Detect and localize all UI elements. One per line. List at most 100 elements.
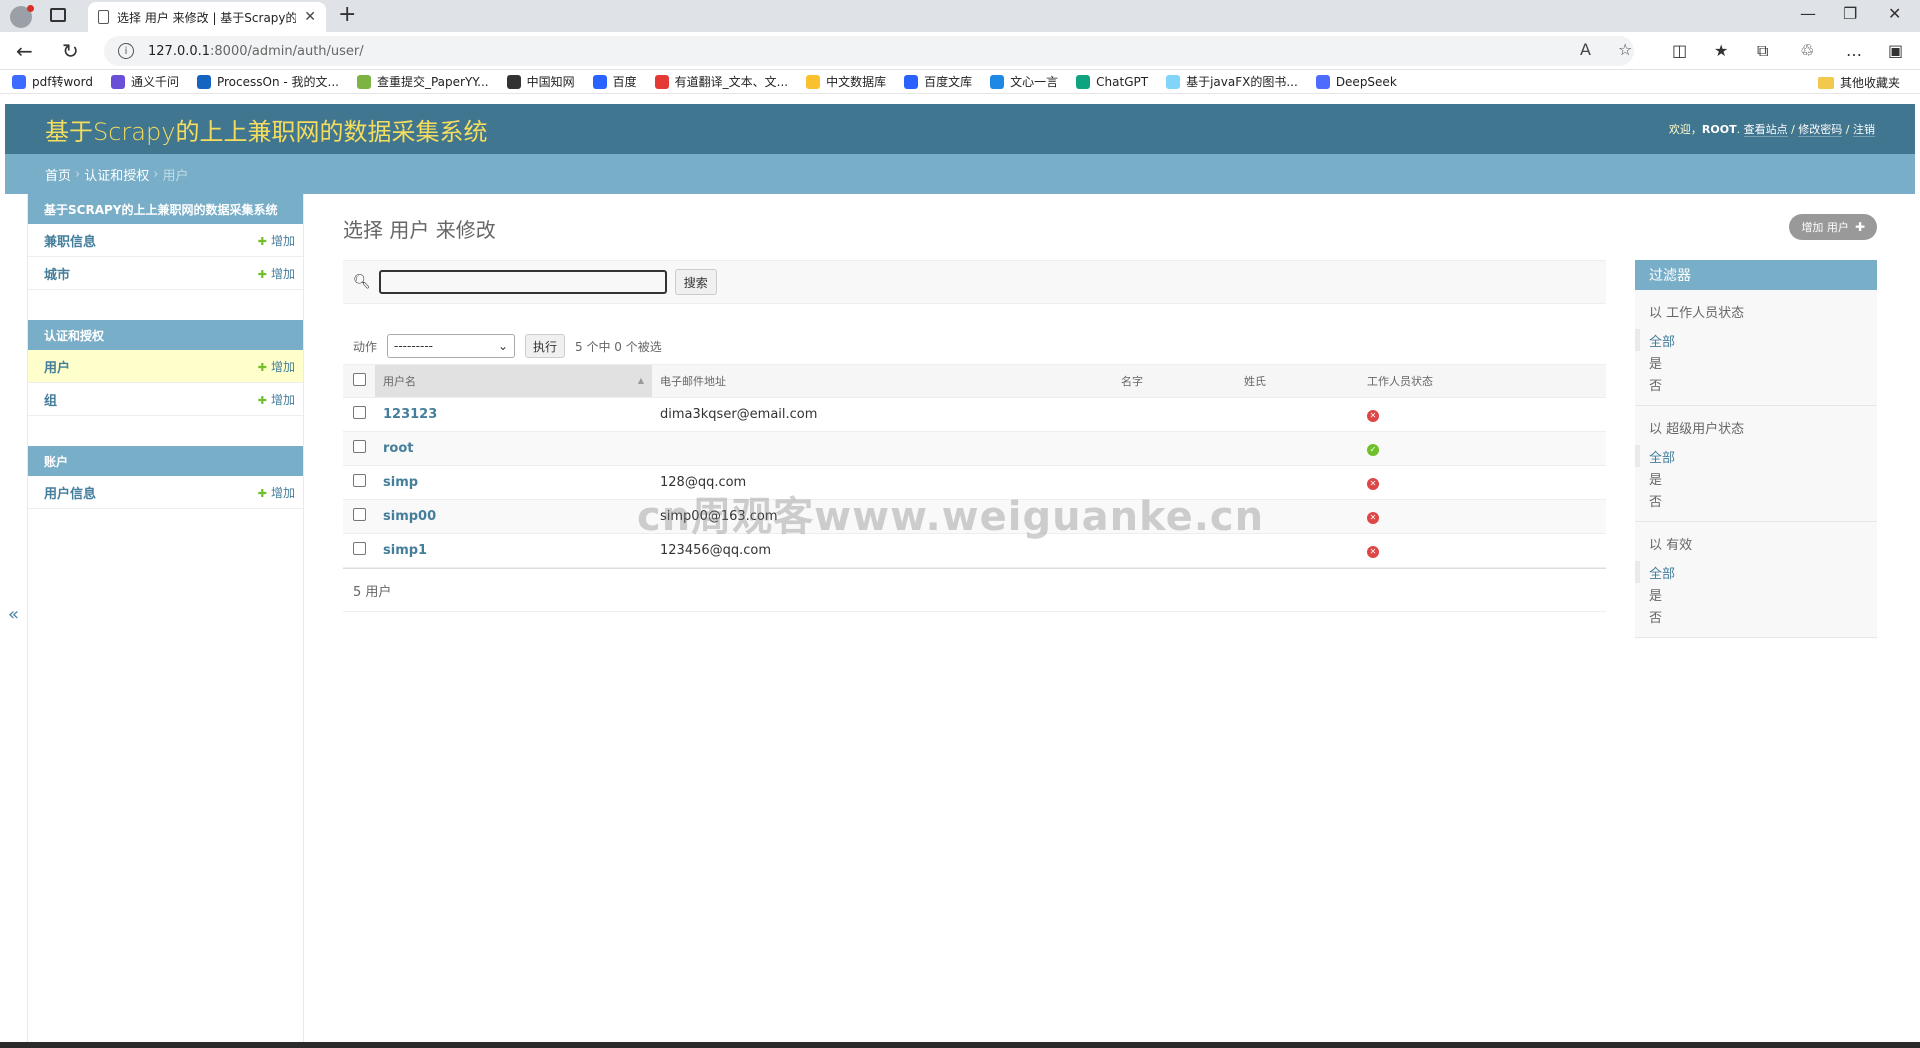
column-header-staff-status[interactable]: 工作人员状态 xyxy=(1359,364,1606,398)
read-aloud-icon[interactable]: A xyxy=(1580,40,1591,59)
column-header-last-name[interactable]: 姓氏 xyxy=(1236,364,1359,398)
filter-option[interactable]: 全部 xyxy=(1635,329,1877,351)
view-site-link[interactable]: 查看站点 xyxy=(1743,123,1788,137)
username-link[interactable]: simp1 xyxy=(383,543,427,558)
email-cell xyxy=(652,431,1113,466)
close-tab-icon[interactable]: ✕ xyxy=(304,9,316,25)
go-button[interactable]: 执行 xyxy=(525,334,566,358)
sidebar-icon[interactable]: ▣ xyxy=(1888,41,1903,60)
other-bookmarks[interactable]: 其他收藏夹 xyxy=(1817,74,1900,91)
row-checkbox[interactable] xyxy=(353,508,366,521)
bookmark-icon xyxy=(1076,74,1091,89)
slash-2: / xyxy=(1842,123,1853,136)
more-menu-icon[interactable]: … xyxy=(1846,41,1862,60)
filter-option[interactable]: 是 xyxy=(1635,583,1877,605)
no-icon: ✕ xyxy=(1367,409,1379,422)
filter-group: 以 工作人员状态全部是否 xyxy=(1635,290,1877,406)
add-user-button[interactable]: 增加 用户 ✚ xyxy=(1789,214,1877,240)
row-checkbox[interactable] xyxy=(353,474,366,487)
breadcrumb-app[interactable]: 认证和授权 xyxy=(84,165,149,184)
username-link[interactable]: root xyxy=(383,441,414,456)
username-link[interactable]: 123123 xyxy=(383,407,437,422)
username-link[interactable]: simp xyxy=(383,475,418,490)
profile-icon[interactable] xyxy=(10,5,34,28)
bookmark-item[interactable]: 百度 xyxy=(592,73,637,90)
filter-option[interactable]: 全部 xyxy=(1635,445,1877,467)
module-caption[interactable]: 基于SCRAPY的上上兼职网的数据采集系统 xyxy=(28,194,303,224)
filter-option[interactable]: 否 xyxy=(1635,373,1877,395)
site-brand[interactable]: 基于Scrapy的上上兼职网的数据采集系统 xyxy=(45,112,487,147)
action-selected-value: --------- xyxy=(394,339,433,353)
minimize-icon[interactable]: — xyxy=(1800,4,1816,23)
module-caption[interactable]: 账户 xyxy=(28,446,303,476)
filter-option[interactable]: 否 xyxy=(1635,489,1877,511)
bookmark-item[interactable]: 基于javaFX的图书... xyxy=(1166,73,1298,90)
bookmark-item[interactable]: 查重提交_PaperYY... xyxy=(356,73,489,90)
bookmark-label: 中国知网 xyxy=(526,75,575,89)
close-window-icon[interactable]: ✕ xyxy=(1888,4,1901,23)
username-cell: 123123 xyxy=(375,397,652,432)
back-icon[interactable]: ← xyxy=(16,39,33,63)
favorite-star-icon[interactable]: ☆ xyxy=(1618,40,1632,59)
column-header-first-name[interactable]: 名字 xyxy=(1113,364,1236,398)
module-caption[interactable]: 认证和授权 xyxy=(28,320,303,350)
refresh-icon[interactable]: ↻ xyxy=(62,39,79,63)
select-all-cell xyxy=(343,364,375,398)
username: ROOT xyxy=(1701,123,1737,136)
search-button[interactable]: 搜索 xyxy=(674,269,717,295)
bookmark-item[interactable]: ChatGPT xyxy=(1076,74,1149,89)
row-checkbox[interactable] xyxy=(353,542,366,555)
column-header-email[interactable]: 电子邮件地址 xyxy=(652,364,1113,398)
bookmark-label: ChatGPT xyxy=(1096,74,1149,89)
sidebar-toggle-icon[interactable]: « xyxy=(8,604,19,625)
bookmark-item[interactable]: DeepSeek xyxy=(1315,74,1397,89)
workspaces-icon[interactable] xyxy=(50,8,66,22)
search-input[interactable] xyxy=(378,270,667,294)
sidebar-item-link[interactable]: 用户 xyxy=(44,357,70,376)
collections-icon[interactable]: ⧉ xyxy=(1757,41,1768,61)
column-header-username[interactable]: 用户名 xyxy=(375,364,652,398)
new-tab-icon[interactable]: + xyxy=(338,2,356,27)
bookmark-item[interactable]: 中文数据库 xyxy=(806,73,886,90)
site-info-icon[interactable]: i xyxy=(118,43,134,59)
breadcrumb-home[interactable]: 首页 xyxy=(45,165,71,184)
app-module: 账户用户信息 增加 xyxy=(28,446,303,509)
breadcrumb-sep: › xyxy=(75,166,81,182)
bookmark-item[interactable]: pdf转word xyxy=(12,73,93,90)
restore-icon[interactable]: ❐ xyxy=(1843,4,1857,23)
bookmark-item[interactable]: 中国知网 xyxy=(506,73,575,90)
row-checkbox[interactable] xyxy=(353,440,366,453)
search-icon: 🔍︎ xyxy=(353,274,371,290)
split-screen-icon[interactable]: ◫ xyxy=(1672,41,1687,60)
filter-group-title: 以 工作人员状态 xyxy=(1649,306,1745,321)
sidebar-add-link[interactable]: 增加 xyxy=(258,358,295,375)
bookmark-item[interactable]: 百度文库 xyxy=(904,73,972,90)
filter-option[interactable]: 是 xyxy=(1635,351,1877,373)
sidebar-item-link[interactable]: 城市 xyxy=(44,264,70,283)
address-bar[interactable]: i 127.0.0.1:8000/admin/auth/user/ xyxy=(104,36,1634,66)
chevron-down-icon: ⌄ xyxy=(497,339,509,353)
filter-option[interactable]: 全部 xyxy=(1635,561,1877,583)
filter-option[interactable]: 是 xyxy=(1635,467,1877,489)
browser-tab-active[interactable]: 选择 用户 来修改 | 基于Scrapy的 ✕ xyxy=(88,2,326,32)
select-all-checkbox[interactable] xyxy=(353,373,366,386)
sidebar-item-link[interactable]: 用户信息 xyxy=(44,483,96,502)
bookmark-item[interactable]: 文心一言 xyxy=(990,73,1058,90)
bookmark-item[interactable]: ProcessOn - 我的文... xyxy=(196,73,339,90)
bookmark-item[interactable]: 有道翻译_文本、文... xyxy=(654,73,788,90)
favorites-icon[interactable]: ★ xyxy=(1714,41,1728,60)
username-link[interactable]: simp00 xyxy=(383,509,436,524)
bookmark-item[interactable]: 通义千问 xyxy=(110,73,179,90)
sidebar-add-link[interactable]: 增加 xyxy=(258,265,295,282)
row-checkbox[interactable] xyxy=(353,406,366,419)
sidebar-add-link[interactable]: 增加 xyxy=(258,391,295,408)
sidebar-item-link[interactable]: 组 xyxy=(44,390,57,409)
logout-link[interactable]: 注销 xyxy=(1853,123,1875,137)
sidebar-add-link[interactable]: 增加 xyxy=(258,484,295,501)
sidebar-add-link[interactable]: 增加 xyxy=(258,232,295,249)
extensions-icon[interactable]: ♲ xyxy=(1800,41,1814,60)
sidebar-item-link[interactable]: 兼职信息 xyxy=(44,231,96,250)
action-select[interactable]: --------- ⌄ xyxy=(387,334,516,358)
change-password-link[interactable]: 修改密码 xyxy=(1798,123,1843,137)
filter-option[interactable]: 否 xyxy=(1635,605,1877,627)
